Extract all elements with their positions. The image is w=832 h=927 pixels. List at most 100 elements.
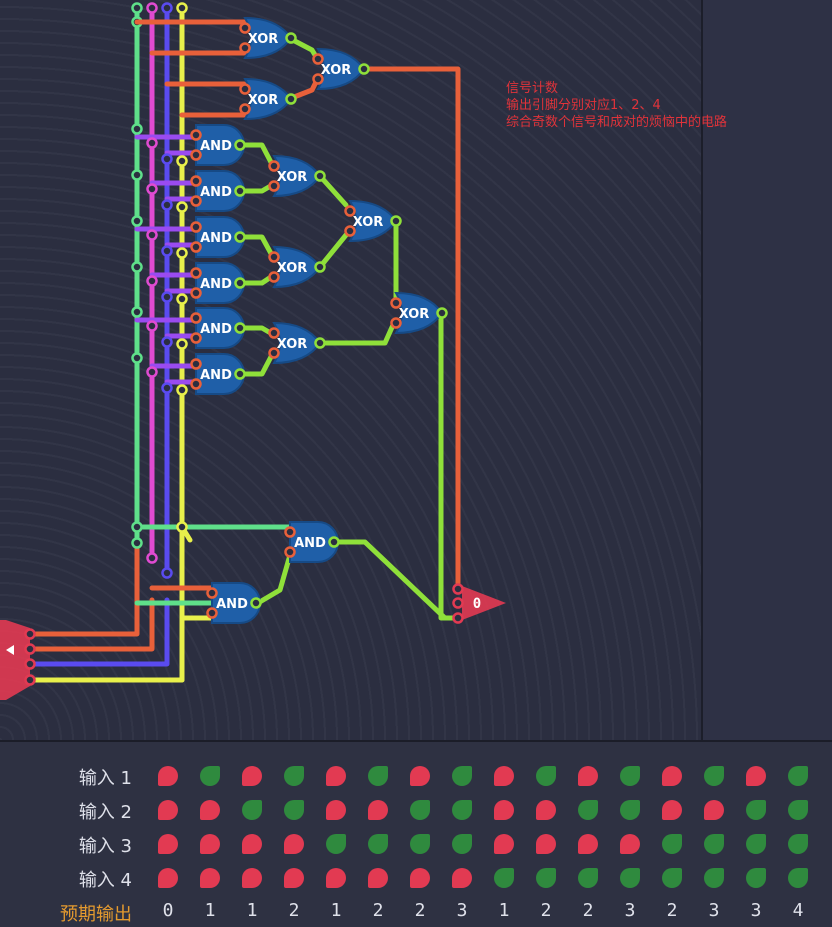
signal-off-icon	[452, 868, 472, 888]
wire-junction	[268, 160, 280, 172]
signal-on-icon	[326, 834, 346, 854]
signal-off-icon	[158, 766, 178, 786]
wire-junction	[131, 123, 143, 135]
wire-junction	[328, 536, 340, 548]
truth-table-row-label: 输入 4	[78, 870, 132, 891]
wire-junction	[190, 175, 202, 187]
expected-output-value: 3	[456, 900, 468, 921]
wire-junction	[161, 336, 173, 348]
wire-junction	[190, 129, 202, 141]
wire-junction	[131, 537, 143, 549]
signal-on-icon	[620, 766, 640, 786]
signal-on-icon	[410, 834, 430, 854]
wire-junction	[146, 552, 158, 564]
wire-junction	[176, 338, 188, 350]
signal-off-icon	[746, 766, 766, 786]
input-wire-2	[27, 597, 155, 652]
wire-junction	[190, 195, 202, 207]
output-pin-terminal	[452, 597, 464, 609]
wire-junction	[239, 22, 251, 34]
wire-junction	[358, 63, 370, 75]
signal-off-icon	[410, 766, 430, 786]
xor-gate-label: XOR	[399, 307, 430, 322]
signal-off-icon	[494, 800, 514, 820]
wire-junction	[131, 169, 143, 181]
expected-output-value: 3	[624, 900, 636, 921]
expected-output-value: 2	[582, 900, 594, 921]
signal-on-icon	[242, 800, 262, 820]
xor-gate-label: XOR	[277, 261, 308, 276]
signal-off-icon	[410, 868, 430, 888]
wire-junction	[234, 185, 246, 197]
signal-on-icon	[620, 800, 640, 820]
signal-on-icon	[704, 766, 724, 786]
wire-junction	[234, 368, 246, 380]
truth-table: 输入 1 输入 2 输入 3 输入 4 预期输出 0 1 1 2 1 2 2 3 1 2 2 3 2 3 3 4	[0, 740, 832, 927]
wire-junction	[234, 139, 246, 151]
signal-on-icon	[578, 800, 598, 820]
signal-on-icon	[536, 868, 556, 888]
signal-on-icon	[410, 800, 430, 820]
signal-off-icon	[494, 834, 514, 854]
signal-on-icon	[452, 800, 472, 820]
wire-junction	[312, 73, 324, 85]
wire-junction	[131, 261, 143, 273]
signal-off-icon	[536, 834, 556, 854]
xor-gate-label: XOR	[248, 32, 279, 47]
wire-to-output	[438, 310, 461, 621]
signal-on-icon	[452, 766, 472, 786]
wire-junction	[234, 277, 246, 289]
wire-junction	[190, 267, 202, 279]
signal-off-icon	[326, 868, 346, 888]
annotation-line-3: 综合奇数个信号和成对的烦恼中的电路	[506, 115, 728, 130]
and-gate-label: AND	[200, 185, 232, 200]
expected-output-value: 2	[666, 900, 678, 921]
wire-junction	[234, 231, 246, 243]
input-pin-terminal	[24, 643, 36, 655]
expected-output-label: 预期输出	[60, 904, 132, 925]
signal-off-icon	[704, 800, 724, 820]
wire-junction	[268, 271, 280, 283]
wire-junction	[239, 103, 251, 115]
input-wire-1	[27, 540, 140, 637]
wire-junction	[131, 2, 143, 14]
wire-junction	[285, 32, 297, 44]
wire-junction	[190, 221, 202, 233]
signal-off-icon	[326, 766, 346, 786]
annotation-note: 信号计数 输出引脚分别对应1、2、4 综合奇数个信号和成对的烦恼中的电路	[506, 80, 727, 131]
wire-junction	[190, 149, 202, 161]
input-pin-terminal	[24, 674, 36, 686]
signal-on-icon	[284, 766, 304, 786]
signal-on-icon	[746, 868, 766, 888]
wire-junction	[190, 312, 202, 324]
wire-junction	[206, 607, 218, 619]
expected-output-value: 1	[246, 900, 258, 921]
signal-off-icon	[200, 868, 220, 888]
output-pin-terminal	[452, 612, 464, 624]
expected-output-value: 4	[792, 900, 804, 921]
wire-junction	[146, 183, 158, 195]
wire	[317, 232, 349, 270]
and-gate-label: AND	[200, 231, 232, 246]
expected-output-value: 1	[330, 900, 342, 921]
signal-on-icon	[368, 766, 388, 786]
xor-gate-label: XOR	[248, 93, 279, 108]
output-pin-terminal	[452, 583, 464, 595]
wire-junction	[190, 332, 202, 344]
signal-off-icon	[662, 766, 682, 786]
wire-junction	[161, 2, 173, 14]
expected-output-value: 2	[540, 900, 552, 921]
wire-junction	[234, 322, 246, 334]
signal-on-icon	[452, 834, 472, 854]
wire-junction	[239, 42, 251, 54]
wire-junction	[161, 291, 173, 303]
annotation-line-2: 输出引脚分别对应1、2、4	[506, 98, 661, 113]
annotation-line-1: 信号计数	[506, 81, 559, 96]
signal-off-icon	[620, 834, 640, 854]
signal-off-icon	[368, 800, 388, 820]
expected-output-value: 3	[750, 900, 762, 921]
signal-off-icon	[200, 800, 220, 820]
and-gate-label: AND	[216, 597, 248, 612]
expected-output-value: 3	[708, 900, 720, 921]
wire-junction	[146, 137, 158, 149]
